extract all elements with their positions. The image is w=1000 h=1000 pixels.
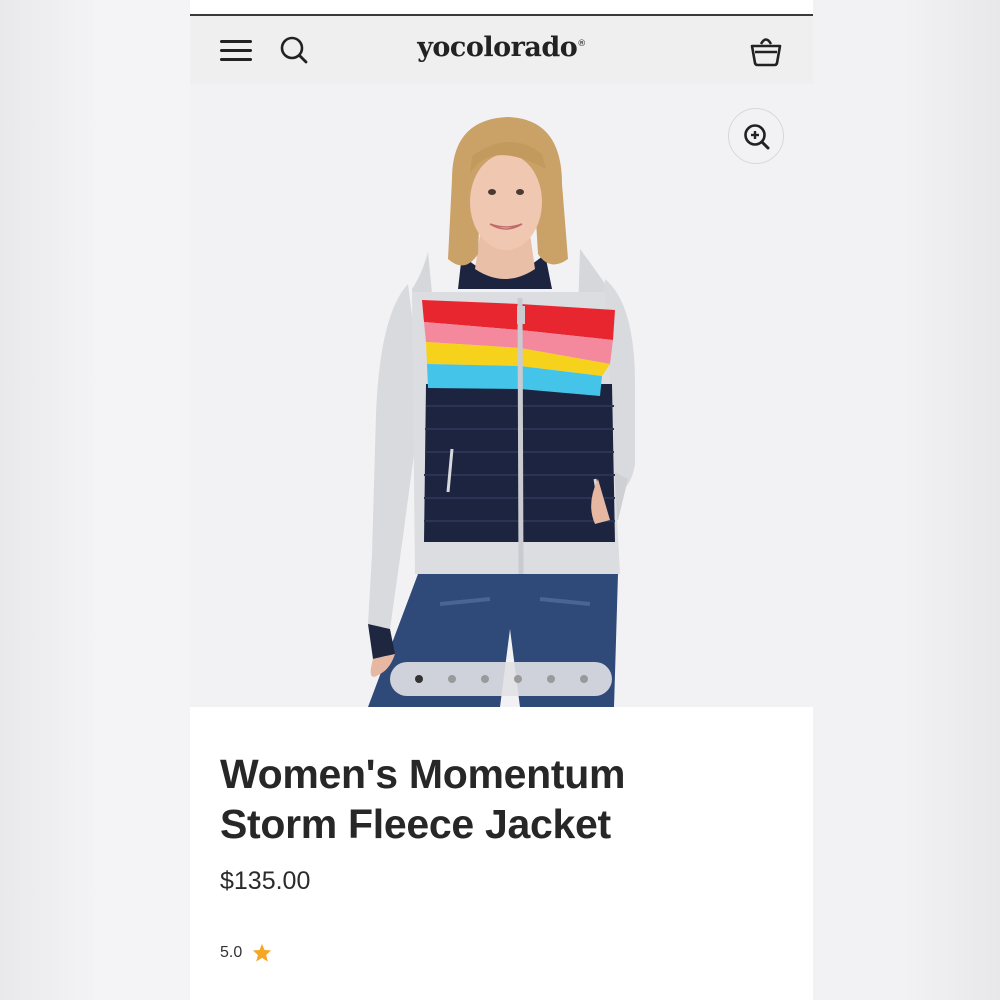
product-title-line1: Women's Momentum xyxy=(220,751,626,797)
cart-button[interactable] xyxy=(746,32,786,68)
site-header: yocolorado® xyxy=(190,16,813,84)
gallery-dot-2[interactable] xyxy=(448,675,456,683)
gallery-dot-1[interactable] xyxy=(415,675,423,683)
logo-registered-mark: ® xyxy=(577,39,586,49)
gallery-dot-6[interactable] xyxy=(580,675,588,683)
star-icon xyxy=(253,943,272,962)
gallery-dot-3[interactable] xyxy=(481,675,489,683)
product-price: $135.00 xyxy=(220,867,311,895)
zoom-button[interactable] xyxy=(728,108,784,164)
shopping-basket-icon xyxy=(750,38,782,67)
zoom-in-icon xyxy=(744,124,770,150)
gallery-dot-5[interactable] xyxy=(547,675,555,683)
store-logo[interactable]: yocolorado® xyxy=(190,32,813,63)
mobile-page: yocolorado® Women's Momentum Storm Fleec… xyxy=(190,0,813,1000)
product-photo xyxy=(368,117,635,707)
product-rating[interactable]: 5.0 xyxy=(220,943,272,962)
product-title: Women's Momentum Storm Fleece Jacket xyxy=(220,749,780,849)
product-title-line2: Storm Fleece Jacket xyxy=(220,801,611,847)
gallery-dot-4[interactable] xyxy=(514,675,522,683)
rating-value: 5.0 xyxy=(220,943,243,961)
logo-text: yocolorado xyxy=(417,32,578,63)
gallery-pagination xyxy=(390,662,612,696)
product-image-gallery[interactable] xyxy=(190,84,813,707)
product-info: Women's Momentum Storm Fleece Jacket $13… xyxy=(190,707,813,1000)
